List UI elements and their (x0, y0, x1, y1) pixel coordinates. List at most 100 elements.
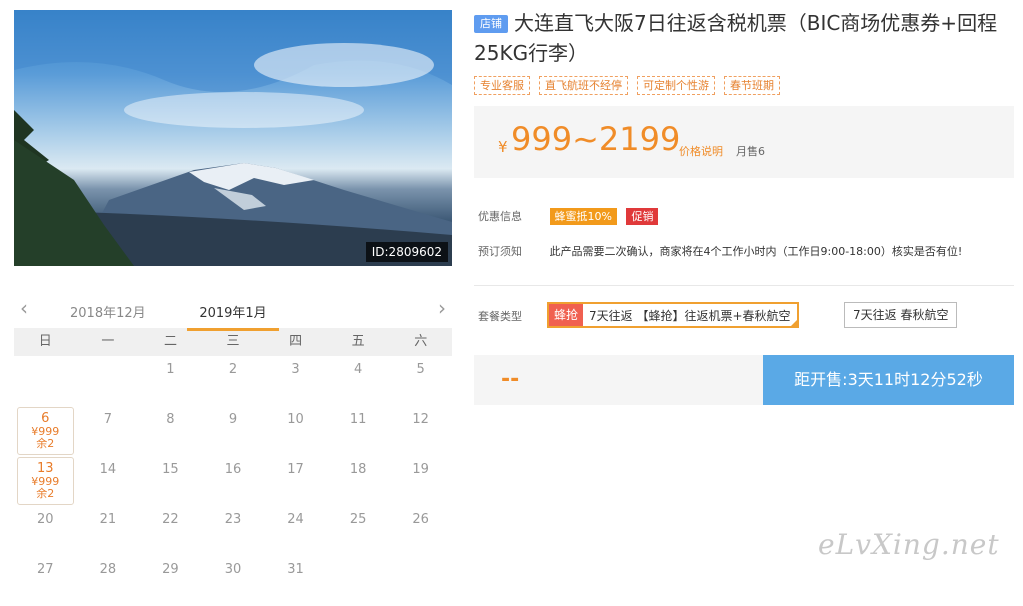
calendar-day[interactable]: 4 (327, 356, 390, 406)
calendar-day[interactable]: 24 (264, 506, 327, 556)
notice-row: 预订须知 此产品需要二次确认，商家将在4个工作小时内（工作日9:00-18:00… (478, 243, 962, 259)
calendar-day[interactable]: 2 (202, 356, 265, 406)
day-number: 25 (349, 512, 367, 527)
day-number: 15 (162, 462, 179, 477)
selected-check-icon (788, 318, 799, 328)
selected-price-placeholder: -- (501, 367, 520, 392)
calendar-day-available[interactable]: 6 ¥999 余2 (17, 407, 74, 455)
calendar-day[interactable]: 26 (389, 506, 452, 556)
package-label: 套餐类型 (478, 310, 522, 323)
calendar-day[interactable]: 20 (14, 506, 77, 556)
weekday-label: 三 (226, 334, 240, 349)
prev-month-tab[interactable]: 2018年12月 (70, 302, 146, 321)
day-number: 18 (349, 462, 367, 477)
calendar-day[interactable]: 7 (77, 406, 140, 456)
purchase-bar: -- 距开售:3天11时12分52秒 (474, 355, 1014, 405)
weekday-header: 日 一 二 三 四 五 六 (14, 328, 452, 356)
day-number: 26 (412, 512, 429, 527)
section-divider (474, 285, 1014, 286)
calendar-day[interactable]: 3 (264, 356, 327, 406)
calendar-day-available[interactable]: 13 ¥999 余2 (17, 457, 74, 505)
calendar-day[interactable]: 8 (139, 406, 202, 456)
day-number: 21 (99, 512, 117, 527)
calendar-day (14, 356, 77, 406)
calendar-day[interactable]: 16 (202, 456, 265, 506)
package-option-1[interactable]: 蜂抢 7天往返 【蜂抢】往返机票+春秋航空 (547, 302, 799, 328)
day-number: 5 (416, 362, 425, 377)
calendar-day[interactable]: 15 (139, 456, 202, 506)
calendar-day[interactable]: 25 (327, 506, 390, 556)
calendar-day[interactable]: 28 (77, 556, 140, 606)
calendar-day[interactable]: 5 (389, 356, 452, 406)
feature-tag: 可定制个性游 (637, 76, 715, 95)
calendar-day (77, 356, 140, 406)
monthly-sales: 月售6 (736, 145, 765, 158)
day-number: 11 (349, 412, 367, 427)
package-option-2[interactable]: 7天往返 春秋航空 (844, 302, 958, 328)
product-title: 店铺 大连直飞大阪7日往返含税机票（BIC商场优惠券+回程25KG行李） (474, 8, 1004, 68)
day-number: 12 (412, 412, 429, 427)
price-range: 999~2199 (511, 120, 681, 158)
calendar-day[interactable]: 19 (389, 456, 452, 506)
offers-row: 优惠信息 蜂蜜抵10% 促销 (478, 208, 659, 225)
photo-id-label: ID:2809602 (365, 242, 448, 262)
feature-tags: 专业客服 直飞航班不经停 可定制个性游 春节班期 (474, 76, 780, 95)
calendar-day[interactable]: 10 (264, 406, 327, 456)
mountain-illustration (14, 10, 452, 266)
day-number: 8 (166, 412, 175, 427)
weekday-label: 二 (163, 334, 177, 349)
calendar-day[interactable]: 22 (139, 506, 202, 556)
calendar-day[interactable]: 14 (77, 456, 140, 506)
store-badge[interactable]: 店铺 (474, 15, 508, 33)
countdown-buy-button[interactable]: 距开售:3天11时12分52秒 (763, 355, 1014, 405)
calendar-day[interactable]: 29 (139, 556, 202, 606)
notice-text: 此产品需要二次确认，商家将在4个工作小时内（工作日9:00-18:00）核实是否… (549, 245, 963, 258)
day-number: 19 (412, 462, 429, 477)
calendar-day[interactable]: 1 (139, 356, 202, 406)
calendar-grid: 1 2 3 4 5 6 ¥999 余2 7 8 9 10 11 12 13 ¥999 余2 14 15 16 17 18 1… (14, 356, 452, 606)
day-number: 30 (224, 562, 242, 577)
day-number: 4 (353, 362, 363, 377)
day-number: 10 (287, 412, 304, 427)
day-number: 29 (162, 562, 179, 577)
coupon-badge[interactable]: 蜂蜜抵10% (549, 208, 617, 225)
feature-tag: 专业客服 (474, 76, 530, 95)
day-stock: 余2 (36, 437, 55, 450)
current-month-tab[interactable]: 2019年1月 (187, 302, 279, 331)
calendar-day[interactable]: 21 (77, 506, 140, 556)
day-number: 24 (287, 512, 304, 527)
calendar-day[interactable]: 31 (264, 556, 327, 606)
calendar-day[interactable]: 9 (202, 406, 265, 456)
calendar-day[interactable]: 17 (264, 456, 327, 506)
calendar-day[interactable]: 11 (327, 406, 390, 456)
site-watermark: eLvXing.net (818, 528, 1000, 561)
product-photo[interactable]: ID:2809602 (14, 10, 452, 266)
calendar-day[interactable]: 27 (14, 556, 77, 606)
promo-badge[interactable]: 促销 (626, 208, 659, 225)
day-number: 9 (228, 412, 238, 427)
day-number: 23 (224, 512, 242, 527)
prev-month-arrow-icon[interactable]: ‹ (20, 296, 28, 320)
feature-tag: 直飞航班不经停 (539, 76, 628, 95)
day-number: 16 (224, 462, 242, 477)
day-number: 27 (37, 562, 54, 577)
day-number: 14 (99, 462, 117, 477)
calendar-day[interactable]: 30 (202, 556, 265, 606)
calendar-day[interactable]: 23 (202, 506, 265, 556)
weekday-label: 四 (289, 334, 303, 349)
feature-tag: 春节班期 (724, 76, 780, 95)
price-note-link[interactable]: 价格说明 (679, 143, 723, 159)
calendar-day[interactable]: 18 (327, 456, 390, 506)
calendar-day (389, 556, 452, 606)
next-month-arrow-icon[interactable]: › (438, 296, 446, 320)
package-option-1-text: 7天往返 【蜂抢】往返机票+春秋航空 (589, 308, 791, 323)
calendar-day[interactable]: 12 (389, 406, 452, 456)
day-number: 2 (228, 362, 238, 377)
calendar-header: ‹ 2018年12月 2019年1月 › (14, 292, 452, 331)
calendar-day (327, 556, 390, 606)
notice-label: 预订须知 (478, 245, 522, 258)
day-number: 1 (166, 362, 175, 377)
date-calendar: ‹ 2018年12月 2019年1月 › 日 一 二 三 四 五 六 12345… (14, 292, 452, 606)
flash-sale-badge: 蜂抢 (549, 304, 584, 326)
weekday-label: 一 (101, 334, 115, 349)
